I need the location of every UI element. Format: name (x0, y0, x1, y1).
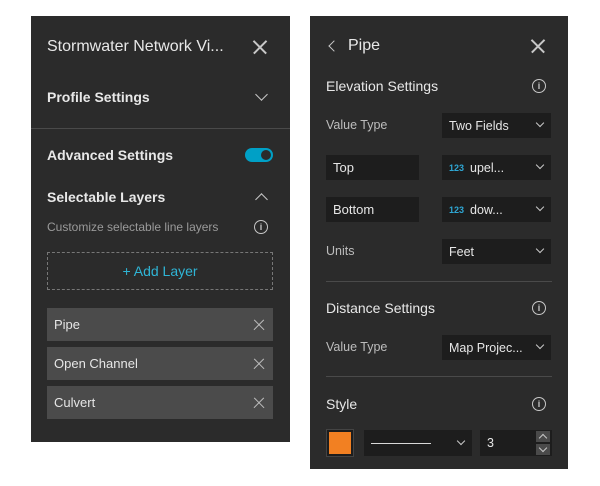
chevron-up-icon (538, 433, 548, 443)
info-icon[interactable]: i (532, 397, 546, 411)
divider (31, 128, 290, 129)
selectable-layers-description-row: Customize selectable line layers i (31, 216, 290, 238)
layer-panel-title: Pipe (348, 37, 381, 54)
chevron-down-icon[interactable] (255, 88, 268, 101)
distance-value-type-select[interactable]: Map Projec... (442, 335, 551, 360)
selectable-layers-section[interactable]: Selectable Layers (31, 182, 290, 212)
settings-panel: Stormwater Network Vi... Profile Setting… (31, 16, 290, 442)
units-value: Feet (449, 244, 475, 259)
remove-layer-icon[interactable] (253, 358, 265, 370)
close-icon[interactable] (530, 38, 546, 54)
value-type-value: Two Fields (449, 118, 509, 133)
style-header: Style i (310, 392, 568, 416)
layer-item-label: Culvert (54, 395, 96, 410)
solid-line-icon (371, 442, 431, 444)
increment-button[interactable] (536, 431, 550, 443)
advanced-settings-row: Advanced Settings (31, 140, 290, 170)
distance-settings-header: Distance Settings i (310, 296, 568, 320)
color-picker[interactable] (326, 429, 354, 457)
layer-item[interactable]: Pipe (47, 308, 273, 341)
top-field-label: Top (326, 155, 419, 180)
divider (326, 281, 552, 282)
bottom-field-label: Bottom (326, 197, 419, 222)
bottom-field-value: dow... (470, 202, 503, 217)
selectable-layers-label: Selectable Layers (47, 189, 166, 205)
top-field-value: upel... (470, 160, 505, 175)
line-style-select[interactable] (364, 430, 472, 456)
color-swatch (329, 432, 351, 454)
units-select[interactable]: Feet (442, 239, 551, 264)
layer-item-label: Open Channel (54, 356, 138, 371)
info-icon[interactable]: i (254, 220, 268, 234)
chevron-down-icon (456, 436, 466, 445)
close-icon[interactable] (252, 39, 268, 55)
chevron-down-icon (535, 160, 545, 170)
profile-settings-label: Profile Settings (47, 89, 150, 105)
panel-header: Stormwater Network Vi... (31, 30, 290, 64)
selectable-layers-description: Customize selectable line layers (47, 220, 219, 234)
distance-value-type-label: Value Type (326, 340, 388, 354)
info-icon[interactable]: i (532, 79, 546, 93)
advanced-settings-label: Advanced Settings (47, 147, 174, 163)
line-width-value: 3 (487, 436, 494, 450)
chevron-down-icon (535, 118, 545, 128)
units-label: Units (326, 244, 355, 258)
style-title: Style (326, 396, 358, 412)
layer-item[interactable]: Culvert (47, 386, 273, 419)
layer-item[interactable]: Open Channel (47, 347, 273, 380)
distance-settings-title: Distance Settings (326, 300, 435, 316)
number-type-icon: 123 (449, 162, 465, 173)
value-type-label: Value Type (326, 118, 388, 132)
chevron-down-icon (535, 340, 545, 350)
chevron-down-icon (535, 202, 545, 212)
remove-layer-icon[interactable] (253, 319, 265, 331)
top-field-select[interactable]: 123 upel... (442, 155, 551, 180)
add-layer-button[interactable]: + Add Layer (47, 252, 273, 290)
chevron-up-icon[interactable] (255, 192, 268, 206)
layer-settings-panel: Pipe Elevation Settings i Value Type Two… (310, 16, 568, 469)
back-chevron-icon[interactable] (328, 40, 340, 52)
line-width-stepper[interactable]: 3 (480, 430, 552, 456)
remove-layer-icon[interactable] (253, 397, 265, 409)
profile-settings-section[interactable]: Profile Settings (31, 82, 290, 112)
elevation-settings-header: Elevation Settings i (310, 74, 568, 98)
number-type-icon: 123 (449, 204, 465, 215)
advanced-settings-toggle[interactable] (245, 148, 273, 162)
bottom-field-select[interactable]: 123 dow... (442, 197, 551, 222)
decrement-button[interactable] (536, 443, 550, 455)
divider (326, 376, 552, 377)
chevron-down-icon (535, 244, 545, 254)
layer-item-label: Pipe (54, 317, 81, 332)
distance-value-type-value: Map Projec... (449, 340, 523, 355)
panel-title: Stormwater Network Vi... (47, 38, 224, 55)
chevron-down-icon (538, 443, 548, 453)
info-icon[interactable]: i (532, 301, 546, 315)
value-type-select[interactable]: Two Fields (442, 113, 551, 138)
elevation-settings-title: Elevation Settings (326, 78, 439, 94)
layer-panel-header: Pipe (310, 32, 568, 60)
